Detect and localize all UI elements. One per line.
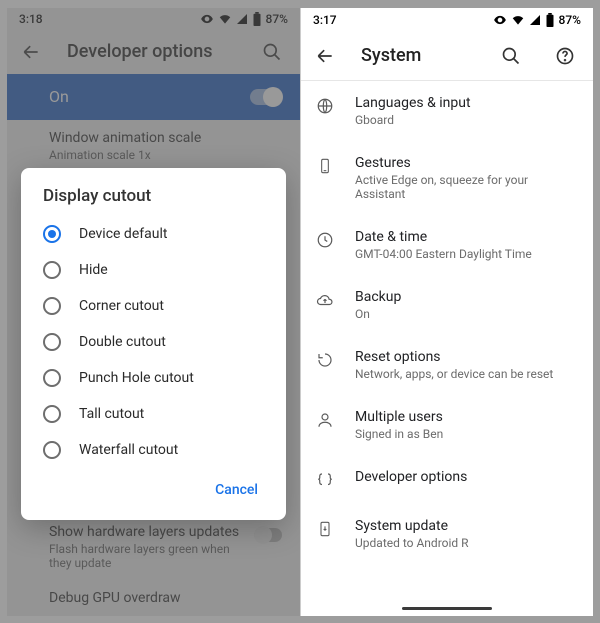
eye-icon: [493, 13, 507, 27]
radio-unselected-icon: [43, 297, 61, 315]
radio-option-waterfall[interactable]: Waterfall cutout: [27, 432, 280, 468]
search-icon[interactable]: [493, 38, 529, 74]
display-cutout-dialog: Display cutout Device default Hide Corne…: [21, 168, 286, 520]
signal-icon: [529, 14, 541, 26]
reset-icon: [315, 350, 335, 370]
item-title: Developer options: [355, 469, 575, 485]
radio-option-corner[interactable]: Corner cutout: [27, 288, 280, 324]
radio-label: Hide: [79, 262, 108, 278]
radio-option-double[interactable]: Double cutout: [27, 324, 280, 360]
wifi-icon: [511, 13, 525, 27]
system-item-reset[interactable]: Reset options Network, apps, or device c…: [301, 335, 593, 395]
battery-icon: [545, 13, 555, 27]
item-subtitle: Updated to Android R: [355, 536, 575, 550]
item-title: Languages & input: [355, 95, 575, 111]
radio-unselected-icon: [43, 261, 61, 279]
help-icon[interactable]: [547, 38, 583, 74]
system-item-users[interactable]: Multiple users Signed in as Ben: [301, 395, 593, 455]
item-subtitle: Gboard: [355, 113, 575, 127]
radio-option-device-default[interactable]: Device default: [27, 216, 280, 252]
item-title: Gestures: [355, 155, 575, 171]
appbar: System: [301, 32, 593, 80]
radio-option-punchhole[interactable]: Punch Hole cutout: [27, 360, 280, 396]
item-subtitle: Active Edge on, squeeze for your Assista…: [355, 173, 575, 201]
radio-option-tall[interactable]: Tall cutout: [27, 396, 280, 432]
item-title: Backup: [355, 289, 575, 305]
item-subtitle: Network, apps, or device can be reset: [355, 367, 575, 381]
radio-label: Tall cutout: [79, 406, 144, 422]
radio-option-hide[interactable]: Hide: [27, 252, 280, 288]
system-item-backup[interactable]: Backup On: [301, 275, 593, 335]
system-list: Languages & input Gboard Gestures Active…: [301, 81, 593, 616]
radio-label: Double cutout: [79, 334, 166, 350]
item-title: Date & time: [355, 229, 575, 245]
item-title: Multiple users: [355, 409, 575, 425]
cancel-button[interactable]: Cancel: [205, 476, 268, 504]
person-icon: [315, 410, 335, 430]
status-icons: 87%: [493, 13, 581, 27]
system-item-developer[interactable]: Developer options: [301, 455, 593, 504]
radio-unselected-icon: [43, 441, 61, 459]
braces-icon: [315, 470, 335, 490]
screen-developer-options: 3:18 87% Developer options On: [7, 8, 300, 616]
item-subtitle: GMT-04:00 Eastern Daylight Time: [355, 247, 575, 261]
system-item-update[interactable]: System update Updated to Android R: [301, 504, 593, 564]
system-item-languages[interactable]: Languages & input Gboard: [301, 81, 593, 141]
radio-label: Device default: [79, 226, 167, 242]
globe-icon: [315, 96, 335, 116]
radio-label: Waterfall cutout: [79, 442, 178, 458]
status-battery: 87%: [559, 13, 581, 27]
cloud-upload-icon: [315, 290, 335, 310]
item-title: System update: [355, 518, 575, 534]
phone-icon: [315, 156, 335, 176]
radio-selected-icon: [43, 225, 61, 243]
item-title: Reset options: [355, 349, 575, 365]
status-bar: 3:17 87%: [301, 8, 593, 32]
item-subtitle: Signed in as Ben: [355, 427, 575, 441]
status-time: 3:17: [313, 13, 337, 27]
clock-icon: [315, 230, 335, 250]
item-subtitle: On: [355, 307, 575, 321]
system-update-icon: [315, 519, 335, 539]
dialog-title: Display cutout: [27, 186, 280, 216]
radio-unselected-icon: [43, 333, 61, 351]
system-item-datetime[interactable]: Date & time GMT-04:00 Eastern Daylight T…: [301, 215, 593, 275]
system-item-gestures[interactable]: Gestures Active Edge on, squeeze for you…: [301, 141, 593, 215]
gesture-nav-bar-icon[interactable]: [402, 607, 492, 610]
radio-label: Punch Hole cutout: [79, 370, 194, 386]
dialog-actions: Cancel: [27, 468, 280, 514]
radio-label: Corner cutout: [79, 298, 164, 314]
screen-system-settings: 3:17 87% System: [300, 8, 593, 616]
radio-unselected-icon: [43, 369, 61, 387]
appbar-title: System: [361, 45, 475, 66]
back-icon[interactable]: [307, 38, 343, 74]
dual-screenshot-frame: 3:18 87% Developer options On: [7, 8, 593, 616]
radio-unselected-icon: [43, 405, 61, 423]
